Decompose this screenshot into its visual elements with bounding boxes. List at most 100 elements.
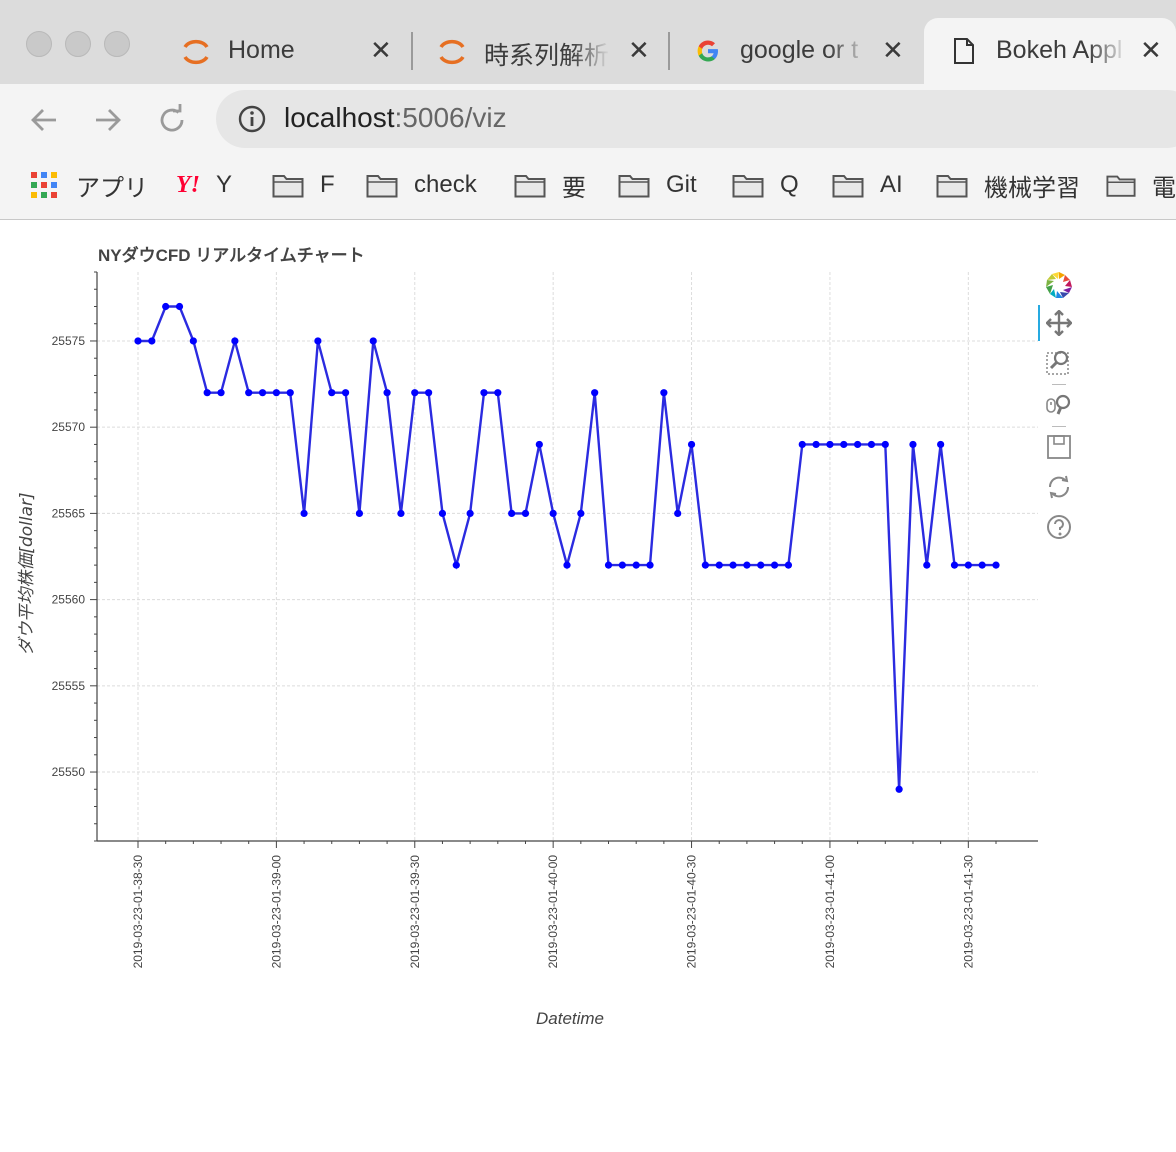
back-arrow-icon bbox=[31, 109, 56, 131]
data-point bbox=[812, 440, 820, 449]
minimize-window-button[interactable] bbox=[65, 31, 91, 57]
tab-close-icon[interactable]: ✕ bbox=[1140, 34, 1162, 66]
tab-title: google or t bbox=[740, 36, 859, 64]
data-point bbox=[508, 509, 516, 517]
help-icon[interactable] bbox=[1044, 512, 1074, 542]
data-point bbox=[314, 337, 322, 345]
data-point bbox=[687, 440, 696, 449]
bookmark-git[interactable]: Git bbox=[618, 168, 697, 202]
tab-title: Bokeh Appl bbox=[996, 36, 1123, 64]
y-tick-label: 25575 bbox=[52, 334, 86, 348]
active-tool-indicator bbox=[1038, 305, 1040, 341]
data-point bbox=[189, 337, 197, 345]
tab-title: 時系列解析6 bbox=[484, 42, 610, 70]
close-window-button[interactable] bbox=[26, 31, 52, 57]
toolbar-separator bbox=[1052, 426, 1066, 427]
data-point bbox=[494, 389, 502, 397]
folder-icon bbox=[936, 175, 968, 198]
folder-icon bbox=[514, 175, 546, 198]
data-point bbox=[604, 561, 613, 569]
data-point bbox=[798, 440, 806, 449]
bookmark-f[interactable]: F bbox=[272, 168, 335, 202]
back-button[interactable] bbox=[22, 98, 66, 142]
bookmark-label: Y bbox=[216, 171, 233, 198]
data-point bbox=[937, 440, 945, 449]
bookmark-y[interactable]: Y! Y bbox=[176, 168, 232, 202]
url-text[interactable]: localhost:5006/viz bbox=[284, 102, 507, 134]
bookmark-apps[interactable]: アプリ bbox=[30, 168, 148, 202]
forward-button[interactable] bbox=[86, 98, 130, 142]
data-point bbox=[162, 302, 170, 311]
data-point bbox=[632, 561, 640, 569]
wheel-zoom-icon[interactable] bbox=[1044, 390, 1074, 420]
y-tick-label: 25550 bbox=[52, 765, 86, 779]
bookmark-q[interactable]: Q bbox=[732, 168, 799, 202]
bookmark-ml[interactable]: 機械学習 bbox=[936, 168, 1080, 202]
data-point bbox=[854, 440, 862, 449]
bookmark-label: 要 bbox=[562, 174, 586, 202]
page-content: 25550 25555 25560 25565 25570 25575 2019-03-23… bbox=[0, 221, 1176, 1152]
browser-toolbar: localhost:5006/viz bbox=[0, 84, 1176, 156]
data-point bbox=[563, 561, 571, 569]
data-point bbox=[909, 440, 917, 449]
tab-close-icon[interactable]: ✕ bbox=[370, 34, 392, 66]
data-point bbox=[341, 389, 350, 397]
data-point bbox=[535, 440, 543, 449]
data-point bbox=[521, 509, 530, 517]
data-point bbox=[438, 509, 447, 517]
folder-icon bbox=[732, 175, 764, 198]
bookmark-ai[interactable]: AI bbox=[832, 168, 903, 202]
yahoo-icon: Y! bbox=[176, 171, 200, 198]
maximize-window-button[interactable] bbox=[104, 31, 130, 57]
series-line bbox=[138, 305, 996, 790]
reset-icon[interactable] bbox=[1044, 472, 1074, 502]
jupyter-icon bbox=[182, 38, 210, 73]
bookmark-label: 機械学習 bbox=[984, 174, 1080, 202]
data-point bbox=[784, 561, 793, 569]
data-point bbox=[134, 337, 142, 345]
bookmark-den[interactable]: 電 bbox=[1106, 168, 1176, 202]
data-point bbox=[203, 389, 211, 397]
data-point bbox=[328, 389, 336, 397]
reload-button[interactable] bbox=[150, 98, 194, 142]
data-point bbox=[148, 337, 156, 345]
data-point bbox=[923, 561, 931, 569]
data-point bbox=[591, 389, 599, 397]
series-markers bbox=[134, 302, 1000, 793]
tab-home[interactable]: Home ✕ bbox=[160, 18, 410, 84]
tab-google[interactable]: google or t ✕ bbox=[672, 18, 918, 84]
data-point bbox=[231, 337, 239, 345]
bookmark-label: F bbox=[320, 171, 335, 198]
url-path: :5006/viz bbox=[394, 102, 507, 133]
data-point bbox=[411, 389, 419, 397]
data-point bbox=[729, 561, 737, 569]
tab-close-icon[interactable]: ✕ bbox=[628, 34, 650, 66]
x-tick-label: 2019-03-23-01-41-00 bbox=[823, 855, 837, 969]
y-tick-label: 25570 bbox=[52, 420, 86, 434]
tab-timeseries[interactable]: 時系列解析6 ✕ bbox=[416, 18, 666, 84]
pan-icon[interactable] bbox=[1044, 308, 1074, 338]
tab-bokeh-app[interactable]: Bokeh Appl ✕ bbox=[924, 18, 1176, 84]
data-point bbox=[701, 561, 709, 569]
data-point bbox=[549, 509, 557, 517]
document-icon bbox=[952, 37, 976, 72]
data-point bbox=[660, 389, 668, 397]
box-zoom-icon[interactable] bbox=[1044, 347, 1074, 377]
bookmark-yo[interactable]: 要 bbox=[514, 168, 586, 202]
tab-close-icon[interactable]: ✕ bbox=[882, 34, 904, 66]
data-point bbox=[217, 389, 225, 397]
folder-icon bbox=[832, 175, 864, 198]
x-axis-label: Datetime bbox=[536, 1009, 604, 1028]
folder-icon bbox=[366, 175, 398, 198]
data-point bbox=[715, 561, 723, 569]
bookmark-check[interactable]: check bbox=[366, 168, 477, 202]
info-icon[interactable] bbox=[238, 105, 266, 138]
bokeh-logo-icon[interactable] bbox=[1044, 270, 1074, 300]
save-icon[interactable] bbox=[1044, 432, 1074, 462]
data-point bbox=[826, 440, 834, 449]
data-point bbox=[245, 389, 253, 397]
bookmarks-bar: アプリ Y! Y F check 要 Git Q AI 機械学習 電 bbox=[0, 156, 1176, 220]
bookmark-label: アプリ bbox=[76, 174, 148, 202]
bokeh-chart[interactable]: 25550 25555 25560 25565 25570 25575 2019-03-23… bbox=[0, 221, 1176, 1152]
address-bar[interactable]: localhost:5006/viz bbox=[216, 90, 1176, 148]
